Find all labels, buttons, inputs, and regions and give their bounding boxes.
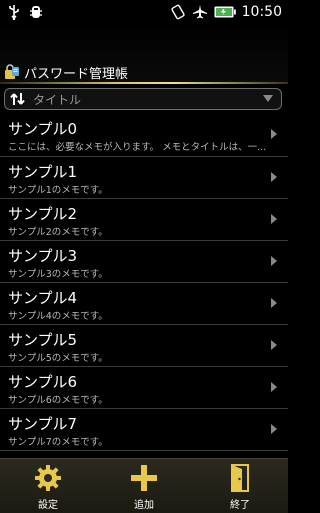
bottom-action-bar: 設定 追加 終了 <box>0 458 288 513</box>
airplane-icon <box>192 4 208 20</box>
chevron-right-icon <box>270 128 278 140</box>
plus-icon <box>129 463 159 493</box>
chevron-right-icon <box>270 423 278 435</box>
item-memo: サンプル6のメモです。 <box>8 395 108 406</box>
usb-icon <box>6 4 22 20</box>
status-time: 10:50 <box>241 4 282 20</box>
list-item[interactable]: サンプル2 サンプル2のメモです。 <box>0 199 288 241</box>
status-bar-left <box>0 4 44 20</box>
sort-selected-value: タイトル <box>33 92 82 107</box>
list-item[interactable]: サンプル7 サンプル7のメモです。 <box>0 409 288 451</box>
app-title: パスワード管理帳 <box>24 66 129 82</box>
chevron-right-icon <box>270 255 278 267</box>
chevron-down-icon <box>263 95 273 103</box>
sort-selector[interactable]: タイトル <box>4 88 282 110</box>
item-memo: サンプル7のメモです。 <box>8 437 108 448</box>
add-button[interactable]: 追加 <box>96 459 192 513</box>
chevron-right-icon <box>270 297 278 309</box>
item-memo: ここには、必要なメモが入ります。 メモとタイトルは、一... <box>8 142 267 153</box>
chevron-right-icon <box>270 381 278 393</box>
item-memo: サンプル1のメモです。 <box>8 185 108 196</box>
chevron-right-icon <box>270 339 278 351</box>
chevron-right-icon <box>270 171 278 183</box>
rotate-lock-icon <box>170 4 186 20</box>
sort-icon <box>9 90 27 108</box>
item-memo: サンプル4のメモです。 <box>8 311 108 322</box>
item-title: サンプル1 <box>8 163 78 181</box>
gear-icon <box>33 463 63 493</box>
list-item[interactable]: サンプル1 サンプル1のメモです。 <box>0 157 288 199</box>
app-header: パスワード管理帳 <box>0 60 288 84</box>
lock-icon <box>4 64 20 80</box>
item-title: サンプル6 <box>8 373 78 391</box>
item-title: サンプル7 <box>8 415 78 433</box>
item-memo: サンプル3のメモです。 <box>8 269 108 280</box>
settings-button[interactable]: 設定 <box>0 459 96 513</box>
list-item[interactable]: サンプル0 ここには、必要なメモが入ります。 メモとタイトルは、一... <box>0 114 288 157</box>
item-title: サンプル4 <box>8 289 78 307</box>
item-memo: サンプル5のメモです。 <box>8 353 108 364</box>
password-list: サンプル0 ここには、必要なメモが入ります。 メモとタイトルは、一... サンプ… <box>0 114 288 457</box>
list-item[interactable]: サンプル4 サンプル4のメモです。 <box>0 283 288 325</box>
exit-label: 終了 <box>230 500 250 511</box>
battery-icon <box>214 4 236 20</box>
list-item[interactable]: サンプル5 サンプル5のメモです。 <box>0 325 288 367</box>
status-bar: 10:50 <box>0 0 288 24</box>
add-label: 追加 <box>134 500 154 511</box>
settings-label: 設定 <box>38 500 58 511</box>
status-bar-right: 10:50 <box>170 4 288 20</box>
chevron-right-icon <box>270 213 278 225</box>
item-title: サンプル5 <box>8 331 78 349</box>
item-title: サンプル3 <box>8 247 78 265</box>
exit-button[interactable]: 終了 <box>192 459 288 513</box>
list-item[interactable]: サンプル3 サンプル3のメモです。 <box>0 241 288 283</box>
usb-debug-icon <box>28 4 44 20</box>
item-title: サンプル0 <box>8 120 78 138</box>
door-exit-icon <box>225 463 255 493</box>
item-memo: サンプル2のメモです。 <box>8 227 108 238</box>
header-divider <box>0 82 288 84</box>
item-title: サンプル2 <box>8 205 78 223</box>
list-item[interactable]: サンプル6 サンプル6のメモです。 <box>0 367 288 409</box>
